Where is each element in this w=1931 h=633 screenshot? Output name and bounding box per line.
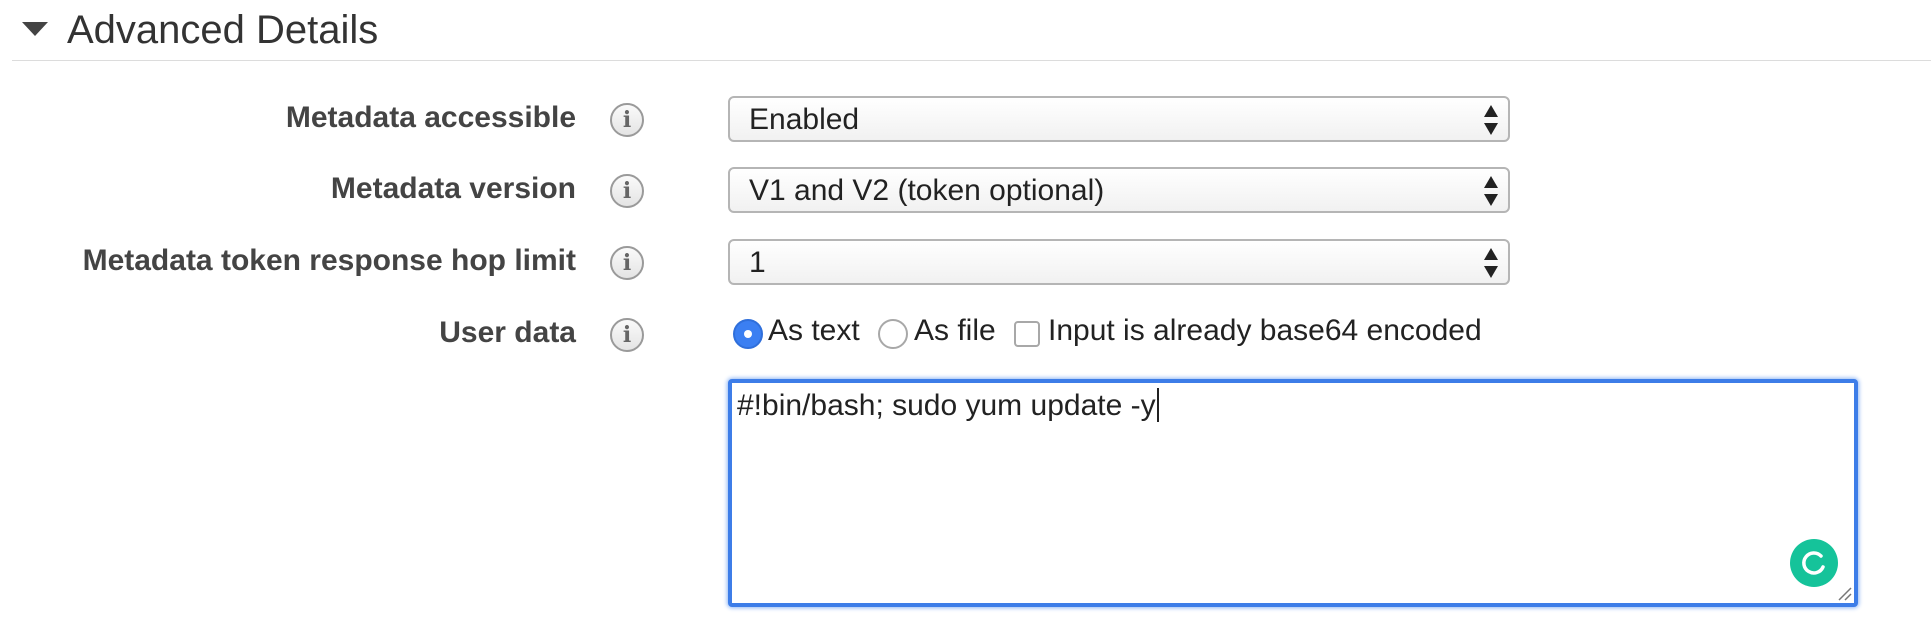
- user-data-value: #!bin/bash; sudo yum update -y: [737, 389, 1156, 422]
- grammarly-icon[interactable]: [1790, 539, 1838, 587]
- user-data-label: User data: [439, 316, 576, 349]
- assistant-swirl-icon: [1802, 551, 1825, 575]
- as-file-radio[interactable]: [878, 319, 908, 349]
- advanced-details-section-header[interactable]: Advanced Details: [12, 0, 1931, 61]
- resize-handle-icon[interactable]: [1836, 585, 1852, 601]
- info-icon[interactable]: i: [610, 318, 644, 352]
- info-icon[interactable]: i: [610, 103, 644, 137]
- as-text-label[interactable]: As text: [768, 314, 860, 348]
- base64-checkbox[interactable]: [1014, 321, 1040, 347]
- metadata-version-label: Metadata version: [330, 172, 576, 205]
- up-down-arrows-icon: [1484, 105, 1498, 135]
- hop-limit-label: Metadata token response hop limit: [82, 244, 576, 277]
- up-down-arrows-icon: [1484, 176, 1498, 206]
- text-caret: [1156, 388, 1159, 422]
- info-icon[interactable]: i: [610, 174, 644, 208]
- as-text-radio[interactable]: [733, 319, 763, 349]
- metadata-version-select[interactable]: V1 and V2 (token optional): [728, 167, 1510, 213]
- metadata-accessible-select[interactable]: Enabled: [728, 96, 1510, 142]
- up-down-arrows-icon: [1484, 248, 1498, 278]
- hop-limit-value: 1: [749, 246, 766, 279]
- info-icon[interactable]: i: [610, 246, 644, 280]
- metadata-accessible-label: Metadata accessible: [285, 101, 576, 134]
- user-data-textarea[interactable]: #!bin/bash; sudo yum update -y: [728, 379, 1858, 607]
- metadata-accessible-value: Enabled: [749, 103, 860, 136]
- caret-down-icon[interactable]: [22, 22, 48, 36]
- metadata-version-value: V1 and V2 (token optional): [749, 174, 1105, 207]
- section-title: Advanced Details: [67, 8, 379, 52]
- base64-label[interactable]: Input is already base64 encoded: [1048, 314, 1482, 348]
- as-file-label[interactable]: As file: [914, 314, 996, 348]
- hop-limit-select[interactable]: 1: [728, 239, 1510, 285]
- user-data-text: #!bin/bash; sudo yum update -y: [737, 388, 1159, 423]
